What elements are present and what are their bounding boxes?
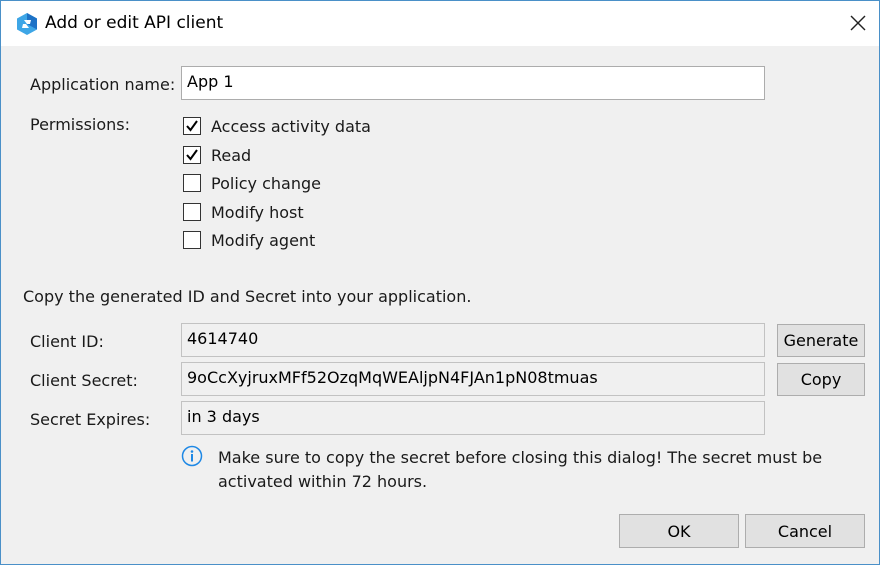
permission-label: Read xyxy=(211,145,252,165)
permission-label: Access activity data xyxy=(211,116,371,136)
secret-expires-label: Secret Expires: xyxy=(30,410,151,429)
permission-access-activity-data[interactable]: Access activity data xyxy=(183,115,371,137)
close-icon[interactable] xyxy=(847,12,869,34)
checkbox[interactable] xyxy=(183,117,201,135)
generate-button[interactable]: Generate xyxy=(777,324,865,357)
instruction-text: Copy the generated ID and Secret into yo… xyxy=(23,287,472,306)
permission-label: Policy change xyxy=(211,173,321,193)
secret-expires-field: in 3 days xyxy=(181,401,765,435)
app-name-input[interactable]: App 1 xyxy=(181,66,765,100)
permissions-label: Permissions: xyxy=(30,115,131,134)
permission-modify-agent[interactable]: Modify agent xyxy=(183,229,315,251)
info-message: Make sure to copy the secret before clos… xyxy=(218,448,823,491)
dialog-window: Add or edit API client Application name:… xyxy=(0,0,880,565)
checkbox[interactable] xyxy=(183,146,201,164)
checkbox[interactable] xyxy=(183,203,201,221)
permission-label: Modify agent xyxy=(211,230,316,250)
ok-button[interactable]: OK xyxy=(619,514,739,548)
cancel-button[interactable]: Cancel xyxy=(745,514,865,548)
app-logo-icon xyxy=(17,13,37,35)
client-id-field[interactable]: 4614740 xyxy=(181,323,765,357)
client-secret-label: Client Secret: xyxy=(30,371,138,390)
client-secret-field[interactable]: 9oCcXyjruxMFf52OzqMqWEAljpN4FJAn1pN08tmu… xyxy=(181,362,765,396)
permission-label: Modify host xyxy=(211,202,304,222)
checkbox[interactable] xyxy=(183,174,201,192)
permission-read[interactable]: Read xyxy=(183,144,251,166)
app-name-label: Application name: xyxy=(30,75,176,94)
dialog-title: Add or edit API client xyxy=(45,13,224,33)
checkmark-icon xyxy=(186,149,198,161)
permission-policy-change[interactable]: Policy change xyxy=(183,172,321,194)
checkmark-icon xyxy=(186,120,198,132)
checkbox[interactable] xyxy=(183,231,201,249)
client-id-label: Client ID: xyxy=(30,332,104,351)
copy-button[interactable]: Copy xyxy=(777,363,865,396)
permission-modify-host[interactable]: Modify host xyxy=(183,201,304,223)
info-icon xyxy=(181,445,203,467)
title-bar: Add or edit API client xyxy=(1,1,879,46)
